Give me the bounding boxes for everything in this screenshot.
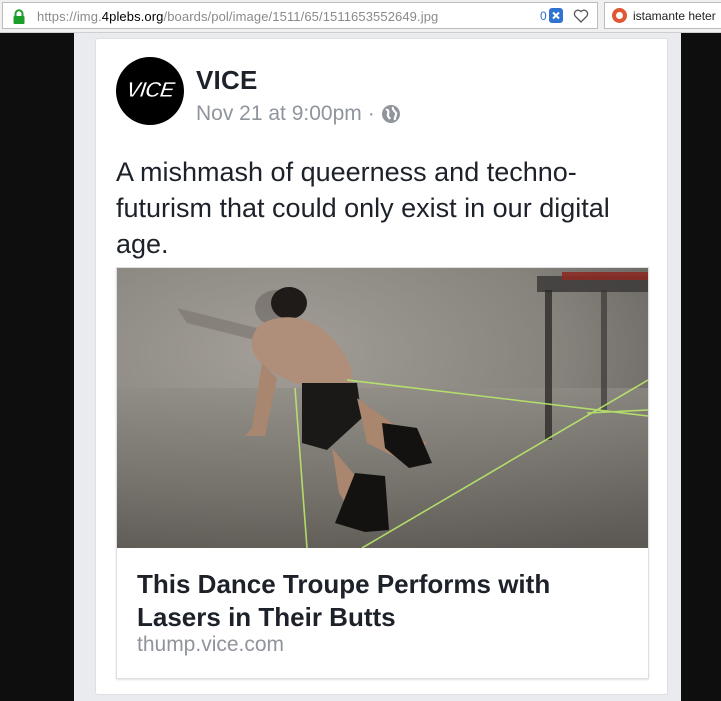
facebook-post-card: VICE VICE Nov 21 at 9:00pm · A mishmash … (95, 38, 668, 695)
link-preview-info[interactable]: This Dance Troupe Performs with Lasers i… (117, 548, 648, 678)
bookmark-heart-icon[interactable] (573, 8, 589, 24)
extension-icon[interactable] (549, 8, 563, 23)
address-bar[interactable]: https://img.4plebs.org/boards/pol/image/… (2, 2, 598, 29)
post-body: A mishmash of queerness and techno-futur… (116, 157, 610, 259)
lock-icon (13, 9, 25, 24)
search-bar[interactable]: istamante heter (604, 2, 721, 29)
link-preview-image[interactable] (117, 268, 648, 548)
url-path: /boards/pol/image/1511/65/1511653552649.… (163, 9, 439, 24)
url-prefix: https://img. (37, 9, 102, 24)
meta-separator: · (367, 102, 375, 125)
avatar-logo-text: VICE (124, 77, 176, 103)
page-name[interactable]: VICE (196, 65, 257, 96)
browser-toolbar: https://img.4plebs.org/boards/pol/image/… (0, 0, 721, 33)
vice-avatar[interactable]: VICE (116, 57, 184, 125)
link-preview[interactable]: This Dance Troupe Performs with Lasers i… (116, 267, 649, 679)
link-domain: thump.vice.com (137, 633, 285, 656)
close-x-icon (552, 11, 560, 20)
dancer-photo (117, 268, 648, 548)
extension-badge-count: 0 (540, 9, 547, 23)
duckduckgo-icon (612, 8, 627, 23)
url-text[interactable]: https://img.4plebs.org/boards/pol/image/… (37, 9, 438, 24)
search-input-text[interactable]: istamante heter (633, 9, 716, 23)
post-timestamp[interactable]: Nov 21 at 9:00pm (196, 102, 362, 126)
post-meta: Nov 21 at 9:00pm · (196, 102, 401, 126)
globe-icon (381, 105, 400, 123)
url-host: 4plebs.org (101, 9, 164, 24)
page-background: VICE VICE Nov 21 at 9:00pm · A mishmash … (74, 33, 681, 701)
link-title[interactable]: This Dance Troupe Performs with Lasers i… (137, 568, 627, 634)
